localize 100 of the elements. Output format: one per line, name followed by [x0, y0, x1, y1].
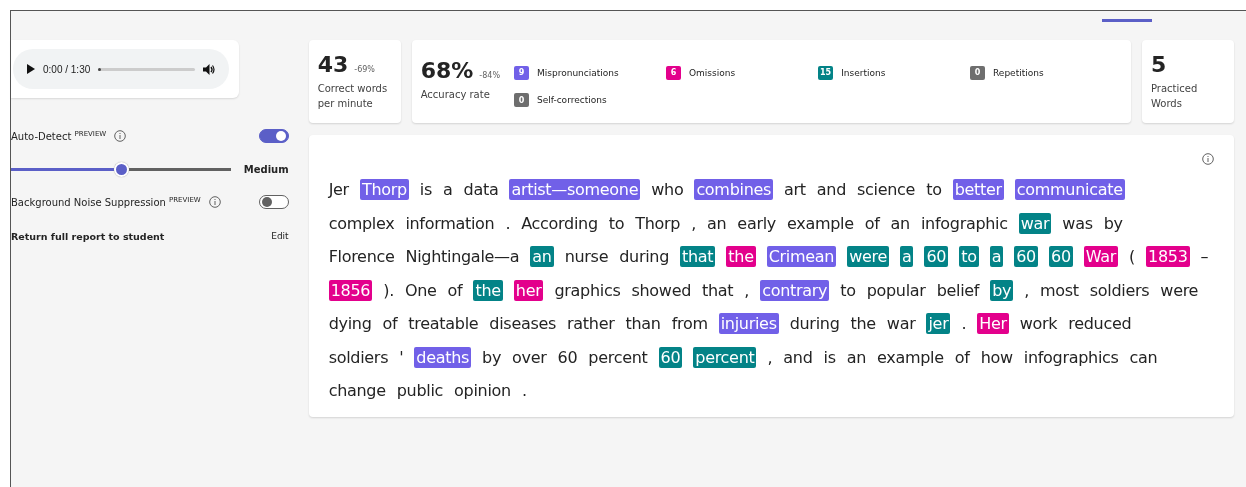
- audio-player[interactable]: 0:00 / 1:30: [13, 49, 229, 89]
- volume-icon[interactable]: [203, 63, 215, 75]
- marked-word: were: [847, 246, 889, 268]
- marked-word: by: [990, 279, 1014, 301]
- passage-word: how: [980, 347, 1013, 367]
- passage-word: One: [404, 280, 437, 300]
- passage-word: opinion: [454, 381, 511, 401]
- passage-word: art: [784, 180, 806, 200]
- passage-word: was: [1062, 213, 1093, 233]
- passage-word: treatable: [408, 314, 479, 334]
- info-icon[interactable]: [114, 130, 127, 142]
- marked-word: injuries: [718, 313, 779, 335]
- marked-word: Thorp: [359, 179, 409, 201]
- passage-word: graphics: [554, 280, 621, 300]
- play-icon[interactable]: [27, 64, 35, 74]
- toggle-switch[interactable]: [258, 195, 289, 209]
- passage-word: ,: [691, 213, 696, 233]
- error-label: Omissions: [689, 67, 736, 78]
- passage-word: percent: [588, 347, 648, 367]
- passage-word: is: [823, 347, 836, 367]
- error-count: 0: [514, 93, 529, 108]
- passage-word: 60: [557, 347, 578, 367]
- marked-word: Crimean: [766, 246, 837, 268]
- passage-word: the: [850, 314, 876, 334]
- marked-word: a: [899, 246, 914, 268]
- error-count: 15: [818, 65, 834, 80]
- error-count: 0: [970, 65, 985, 80]
- marked-word: 60: [658, 346, 683, 368]
- playback-time: 0:00 / 1:30: [43, 63, 91, 75]
- marked-word: contrary: [760, 279, 830, 301]
- passage-word: an: [846, 347, 867, 367]
- passage-word: to: [840, 280, 856, 300]
- passage-word: than: [625, 314, 661, 334]
- passage-word: infographic: [920, 213, 1008, 233]
- seek-bar[interactable]: [98, 67, 195, 71]
- passage-word: .: [521, 381, 527, 401]
- toggle-switch[interactable]: [258, 129, 289, 143]
- marked-word: deaths: [414, 346, 472, 368]
- error-count: 6: [666, 65, 681, 80]
- passage-word: complex: [328, 213, 395, 233]
- passage-word: to: [926, 180, 942, 200]
- passage-word: of: [382, 314, 398, 334]
- marked-word: 60: [924, 246, 949, 268]
- passage-word: example: [877, 347, 944, 367]
- passage-word: change: [328, 381, 386, 401]
- passage-word: Thorp: [635, 213, 681, 233]
- marked-word: that: [680, 246, 716, 268]
- passage-word: diseases: [489, 314, 557, 334]
- passage-word: by: [1103, 213, 1123, 233]
- passage-word: war: [886, 314, 916, 334]
- stat-label: Accuracy rate: [420, 88, 491, 102]
- stat-value: 68%: [420, 58, 474, 83]
- passage-word: most: [1040, 280, 1079, 300]
- passage-word: popular: [866, 280, 926, 300]
- passage-word: can: [1129, 347, 1158, 367]
- passage-word: is: [419, 180, 433, 200]
- marked-word: 1853: [1146, 246, 1190, 268]
- passage-word: public: [396, 381, 444, 401]
- edit-link[interactable]: Edit: [271, 231, 289, 241]
- passage-word: .: [961, 314, 967, 334]
- passage-word: and: [816, 180, 847, 200]
- stat-change: -84%: [479, 71, 500, 80]
- marked-word: her: [513, 279, 544, 301]
- tab-indicator: [1102, 19, 1152, 22]
- error-label: Mispronunciations: [537, 67, 619, 78]
- marked-word: 1856: [328, 279, 373, 301]
- passage-word: ,: [1024, 280, 1030, 300]
- passage-word: a: [443, 180, 453, 200]
- passage-word: during: [619, 247, 669, 267]
- passage-word: over: [512, 347, 547, 367]
- passage-word: dying: [328, 314, 372, 334]
- passage-word: were: [1160, 280, 1199, 300]
- error-label: Self-corrections: [537, 95, 607, 106]
- passage-word: ).: [383, 280, 394, 300]
- marked-word: better: [952, 179, 1004, 201]
- info-icon[interactable]: [1202, 153, 1214, 165]
- stat-value: 5: [1151, 52, 1167, 77]
- marked-word: 60: [1014, 246, 1038, 268]
- error-label: Repetitions: [993, 67, 1044, 78]
- stat-label: Practiced Words: [1151, 82, 1199, 111]
- marked-word: a: [989, 246, 1004, 268]
- marked-word: artist—someone: [509, 179, 641, 201]
- passage-word: of: [447, 280, 463, 300]
- passage-word: of: [864, 213, 880, 233]
- passage-word: information: [405, 213, 495, 233]
- passage-word: by: [482, 347, 502, 367]
- passage-word: (: [1129, 247, 1135, 267]
- passage-word: who: [651, 180, 684, 200]
- passage-word: data: [463, 180, 499, 200]
- passage-word: infographics: [1023, 347, 1119, 367]
- passage-word: during: [789, 314, 840, 334]
- marked-word: an: [530, 246, 554, 268]
- marked-word: Her: [977, 313, 1009, 335]
- setting-label: Background Noise Suppression $^{PREVIEW}$: [11, 195, 201, 209]
- marked-word: the: [473, 279, 503, 301]
- passage-word: an: [890, 213, 910, 233]
- sensitivity-slider[interactable]: [11, 161, 231, 177]
- passage-word: According: [521, 213, 598, 233]
- info-icon[interactable]: [208, 196, 221, 208]
- passage-word: Florence: [328, 247, 395, 267]
